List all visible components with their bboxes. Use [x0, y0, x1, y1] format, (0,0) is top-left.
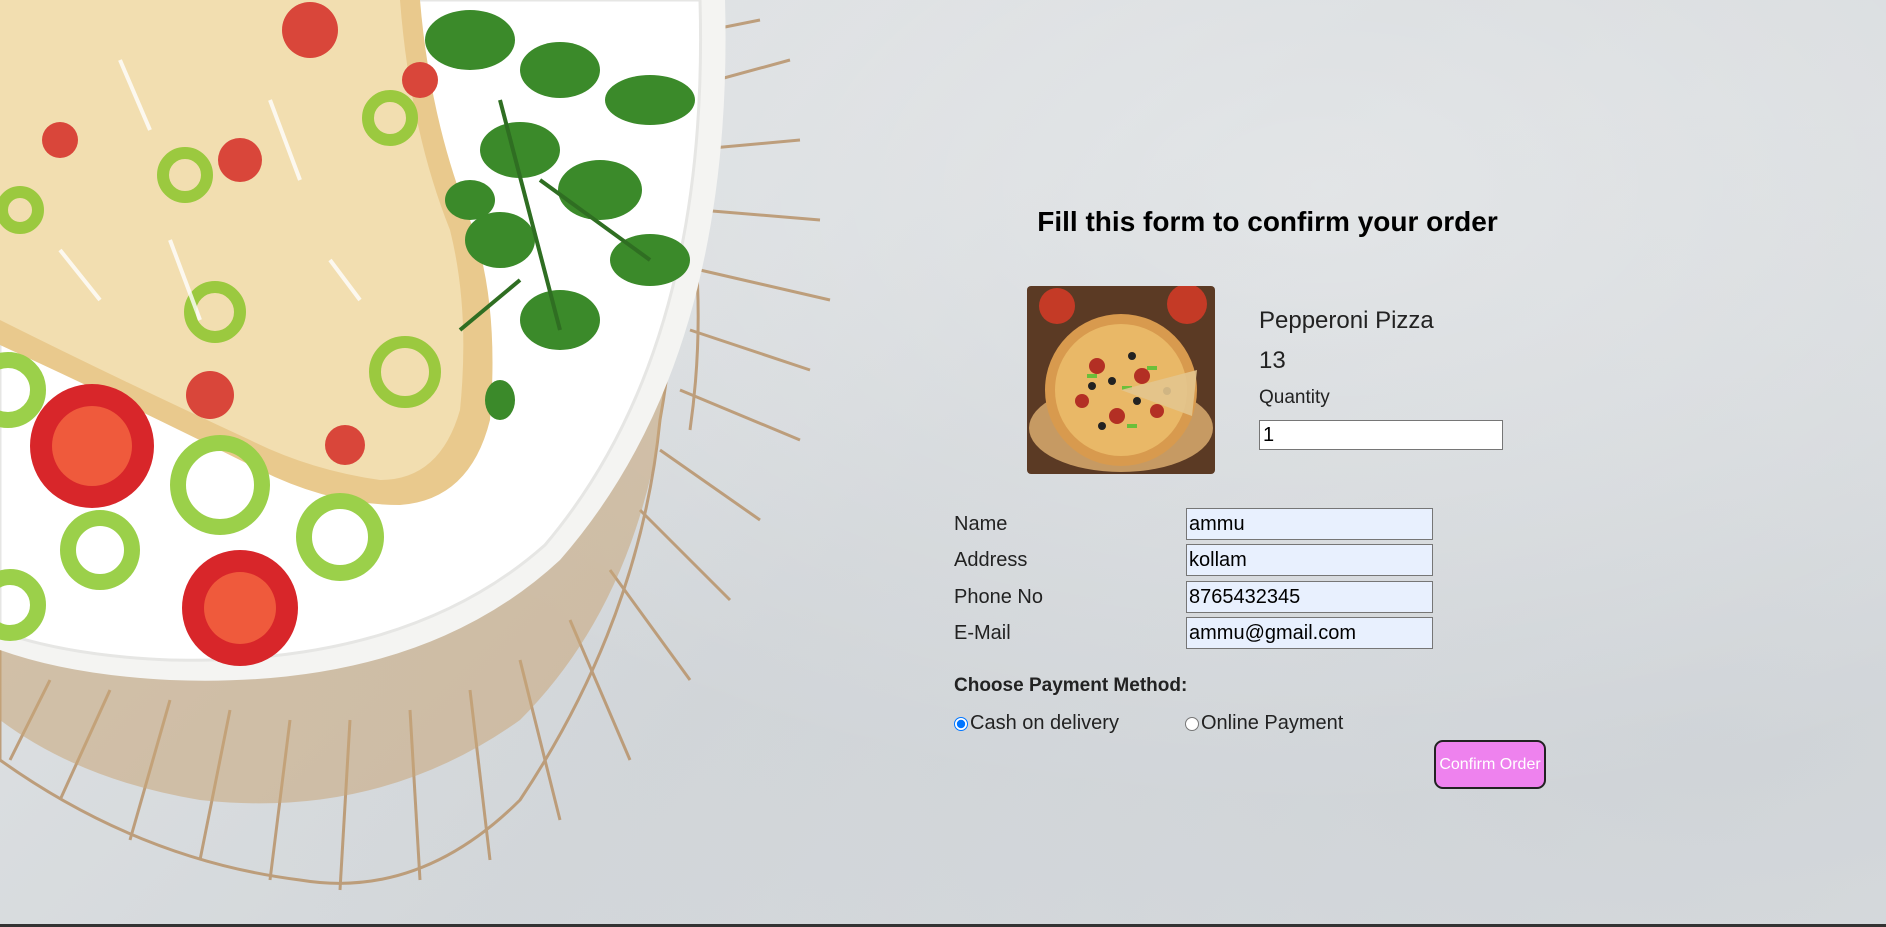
cash-on-delivery-radio[interactable]	[954, 716, 968, 731]
quantity-input[interactable]	[1259, 420, 1503, 450]
product-name: Pepperoni Pizza	[1259, 307, 1434, 334]
pizza-plate-image	[0, 0, 831, 891]
confirm-order-button[interactable]: Confirm Order	[1434, 740, 1546, 789]
quantity-label: Quantity	[1259, 387, 1330, 408]
payment-option-online[interactable]: Online Payment	[1185, 712, 1343, 735]
email-label: E-Mail	[954, 622, 1011, 644]
product-image	[1027, 286, 1215, 474]
form-title: Fill this form to confirm your order	[1037, 206, 1498, 237]
cash-on-delivery-label: Cash on delivery	[970, 712, 1119, 734]
email-input[interactable]	[1186, 617, 1433, 649]
name-input[interactable]	[1186, 508, 1433, 540]
online-payment-radio[interactable]	[1185, 716, 1199, 731]
payment-method-heading: Choose Payment Method:	[954, 675, 1188, 696]
online-payment-label: Online Payment	[1201, 712, 1344, 734]
address-input[interactable]	[1186, 544, 1433, 576]
product-price: 13	[1259, 347, 1286, 374]
payment-option-cash[interactable]: Cash on delivery	[954, 712, 1119, 735]
address-label: Address	[954, 549, 1028, 571]
phone-input[interactable]	[1186, 581, 1433, 613]
name-label: Name	[954, 513, 1008, 535]
phone-label: Phone No	[954, 586, 1043, 608]
